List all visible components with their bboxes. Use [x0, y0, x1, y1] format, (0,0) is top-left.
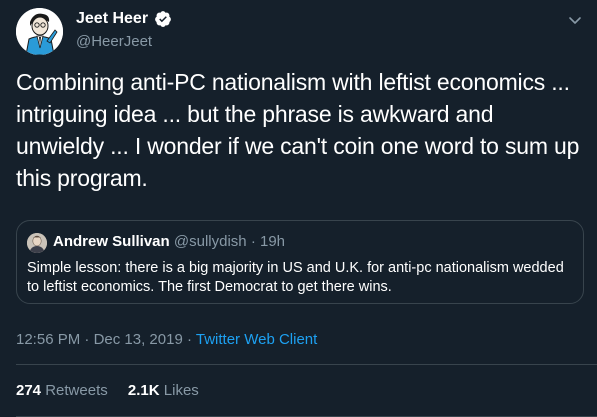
quoted-tweet[interactable]: Andrew Sullivan @sullydish · 19h Simple … [16, 220, 584, 304]
tweet-source-link[interactable]: Twitter Web Client [196, 331, 317, 348]
author-name[interactable]: Jeet Heer [76, 10, 148, 28]
author-handle[interactable]: @HeerJeet [76, 33, 152, 50]
divider [16, 364, 597, 365]
quoted-separator: · [250, 233, 256, 250]
retweets-count: 274 [16, 382, 42, 399]
verified-badge-icon [154, 10, 172, 28]
tweet-date[interactable]: Dec 13, 2019 [94, 331, 183, 348]
meta-separator-2: · [186, 331, 192, 348]
likes-stat[interactable]: 2.1K Likes [128, 382, 199, 399]
retweets-stat[interactable]: 274 Retweets [16, 382, 108, 399]
quoted-time: 19h [259, 233, 286, 250]
retweets-label: Retweets [45, 382, 108, 399]
quoted-header: Andrew Sullivan @sullydish · 19h [53, 233, 285, 250]
quoted-author-handle: @sullydish [173, 233, 247, 250]
meta-separator: · [84, 331, 90, 348]
author-name-row: Jeet Heer [76, 10, 172, 28]
tweet-text: Combining anti-PC nationalism with lefti… [16, 69, 580, 191]
chevron-down-icon[interactable] [567, 12, 583, 28]
tweet-time[interactable]: 12:56 PM [16, 331, 80, 348]
quoted-author-name: Andrew Sullivan [53, 233, 170, 250]
tweet-stats: 274 Retweets 2.1K Likes [16, 382, 215, 399]
likes-count: 2.1K [127, 382, 160, 399]
quoted-text: Simple lesson: there is a big majority i… [27, 260, 564, 295]
likes-label: Likes [163, 382, 199, 399]
author-avatar[interactable] [16, 8, 63, 55]
quoted-author-avatar [27, 233, 47, 253]
tweet-meta: 12:56 PM · Dec 13, 2019 · Twitter Web Cl… [16, 331, 317, 348]
